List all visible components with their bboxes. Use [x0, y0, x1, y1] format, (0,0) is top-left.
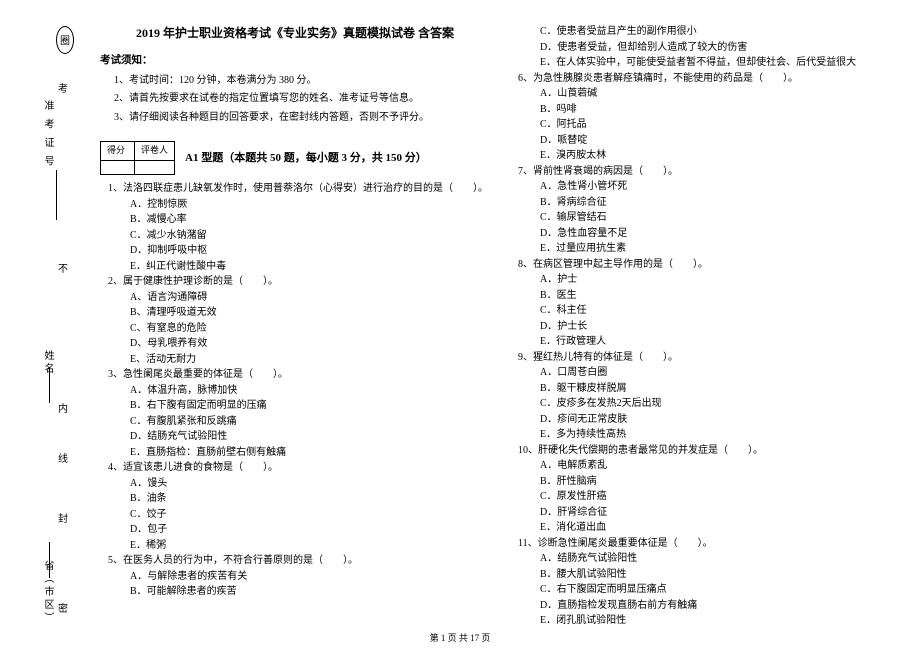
margin-area: 圈 考 准 考 证 号 不 姓名 内 线 封 省（市区） 密 [0, 0, 90, 640]
no-cut-label: 不 [58, 260, 68, 275]
question-stem: 1、法洛四联症患儿缺氧发作时，使用普萘洛尔（心得安）进行治疗的目的是（ ）。 [108, 181, 490, 197]
question-option: C、有窒息的危险 [130, 321, 490, 337]
question-option: E．消化道出血 [540, 520, 900, 536]
question-option: B．躯干糠皮样脱屑 [540, 381, 900, 397]
question-option: A．与解除患者的疾苦有关 [130, 569, 490, 585]
region-line [49, 542, 59, 578]
question-option: D．肝肾综合征 [540, 505, 900, 521]
question-stem: 5、在医务人员的行为中，不符合行善原则的是（ ）。 [108, 553, 490, 569]
secret-label: 密 [58, 600, 68, 615]
question-option: E．稀粥 [130, 538, 490, 554]
question-option: E、活动无耐力 [130, 352, 490, 368]
question-option: A．馒头 [130, 476, 490, 492]
question-stem: 7、肾前性肾衰竭的病因是（ ）。 [518, 164, 900, 180]
question-option: D．包子 [130, 522, 490, 538]
question-option: C．饺子 [130, 507, 490, 523]
notice-heading: 考试须知： [100, 53, 490, 69]
question-option: A．口周苍白圈 [540, 365, 900, 381]
inside-label: 内 [58, 400, 68, 415]
question-option: C．减少水钠潴留 [130, 228, 490, 244]
question-option: D．结肠充气试验阳性 [130, 429, 490, 445]
question-option: E．行政管理人 [540, 334, 900, 350]
question-option: E．溴丙胺太林 [540, 148, 900, 164]
right-column: C．使患者受益且产生的副作用很小D．使患者受益，但却给别人造成了较大的伤害E．在… [510, 24, 900, 629]
question-option: D．直肠指检发现直肠右前方有触痛 [540, 598, 900, 614]
score-header-1: 得分 [101, 142, 135, 161]
question-option: D、母乳喂养有效 [130, 336, 490, 352]
question-option: D．护士长 [540, 319, 900, 335]
instruction-1: 1、考试时间：120 分钟，本卷满分为 380 分。 [114, 73, 490, 89]
score-cell-2 [135, 161, 175, 175]
question-stem: 8、在病区管理中起主导作用的是（ ）。 [518, 257, 900, 273]
question-stem: 9、猩红热儿特有的体征是（ ）。 [518, 350, 900, 366]
question-stem: 2、属于健康性护理诊断的是（ ）。 [108, 274, 490, 290]
line-label: 线 [58, 450, 68, 465]
exam-label: 考 [58, 80, 68, 95]
question-option: C．阿托品 [540, 117, 900, 133]
question-option: E．在人体实验中，可能使受益者暂不得益，但却使社会、后代受益很大 [540, 55, 900, 71]
question-option: C．输尿管结石 [540, 210, 900, 226]
question-option: C．科主任 [540, 303, 900, 319]
question-stem: 11、诊断急性阑尾炎最重要体征是（ ）。 [518, 536, 900, 552]
question-option: D．哌替啶 [540, 133, 900, 149]
question-option: C．右下腹固定而明显压痛点 [540, 582, 900, 598]
name-line [49, 367, 59, 403]
question-stem: 6、为急性胰腺炎患者解痉镇痛时，不能使用的药品是（ ）。 [518, 71, 900, 87]
question-option: B．肝性脑病 [540, 474, 900, 490]
question-option: C．皮疹多在发热2天后出现 [540, 396, 900, 412]
question-option: C．使患者受益且产生的副作用很小 [540, 24, 900, 40]
question-option: E．直肠指检：直肠前壁右侧有触痛 [130, 445, 490, 461]
question-option: B．油条 [130, 491, 490, 507]
question-option: D．急性血容量不足 [540, 226, 900, 242]
question-option: C．有腹肌紧张和反跳痛 [130, 414, 490, 430]
question-type-heading: A1 型题（本题共 50 题，每小题 3 分，共 150 分） [185, 150, 427, 167]
left-question-list: 1、法洛四联症患儿缺氧发作时，使用普萘洛尔（心得安）进行治疗的目的是（ ）。A．… [100, 181, 490, 600]
page-footer: 第 1 页 共 17 页 [0, 631, 920, 644]
question-option: B．肾病综合征 [540, 195, 900, 211]
question-option: A．山莨菪碱 [540, 86, 900, 102]
question-option: E．纠正代谢性酸中毒 [130, 259, 490, 275]
question-option: E．闭孔肌试验阳性 [540, 613, 900, 629]
question-option: B．腰大肌试验阳性 [540, 567, 900, 583]
question-stem: 4、适宜该患儿进食的食物是（ ）。 [108, 460, 490, 476]
question-option: B．可能解除患者的疾苦 [130, 584, 490, 600]
instruction-3: 3、请仔细阅读各种题目的回答要求，在密封线内答题，否则不予评分。 [114, 110, 490, 126]
question-option: A．电解质紊乱 [540, 458, 900, 474]
question-option: A．护士 [540, 272, 900, 288]
instruction-2: 2、请首先按要求在试卷的指定位置填写您的姓名、准考证号等信息。 [114, 91, 490, 107]
question-option: B．吗啡 [540, 102, 900, 118]
ellipse-label: 圈 [60, 32, 70, 47]
question-option: D．疹间无正常皮肤 [540, 412, 900, 428]
question-stem: 3、急性阑尾炎最重要的体征是（ ）。 [108, 367, 490, 383]
question-option: E．过量应用抗生素 [540, 241, 900, 257]
question-option: C．原发性肝癌 [540, 489, 900, 505]
right-question-list: C．使患者受益且产生的副作用很小D．使患者受益，但却给别人造成了较大的伤害E．在… [510, 24, 900, 629]
exam-id-label: 准 考 证 号 [40, 100, 55, 169]
seal-label: 封 [58, 510, 68, 525]
question-option: D．使患者受益，但却给别人造成了较大的伤害 [540, 40, 900, 56]
question-option: A．结肠充气试验阳性 [540, 551, 900, 567]
question-stem: 10、肝硬化失代偿期的患者最常见的并发症是（ ）。 [518, 443, 900, 459]
exam-id-line [56, 170, 66, 220]
question-option: A．体温升高，脉博加快 [130, 383, 490, 399]
question-option: B．医生 [540, 288, 900, 304]
question-option: A、语言沟通障碍 [130, 290, 490, 306]
score-box: 得分 评卷人 [100, 141, 175, 175]
content-area: 2019 年护士职业资格考试《专业实务》真题模拟试卷 含答案 考试须知： 1、考… [100, 24, 900, 629]
question-option: B．减慢心率 [130, 212, 490, 228]
score-header-2: 评卷人 [135, 142, 175, 161]
left-column: 2019 年护士职业资格考试《专业实务》真题模拟试卷 含答案 考试须知： 1、考… [100, 24, 490, 629]
page-title: 2019 年护士职业资格考试《专业实务》真题模拟试卷 含答案 [100, 24, 490, 43]
question-option: B、清理呼吸道无效 [130, 305, 490, 321]
question-option: A．控制惊厥 [130, 197, 490, 213]
question-option: B．右下腹有固定而明显的压痛 [130, 398, 490, 414]
question-option: D．抑制呼吸中枢 [130, 243, 490, 259]
question-option: E．多为持续性高热 [540, 427, 900, 443]
score-cell-1 [101, 161, 135, 175]
question-option: A．急性肾小管坏死 [540, 179, 900, 195]
